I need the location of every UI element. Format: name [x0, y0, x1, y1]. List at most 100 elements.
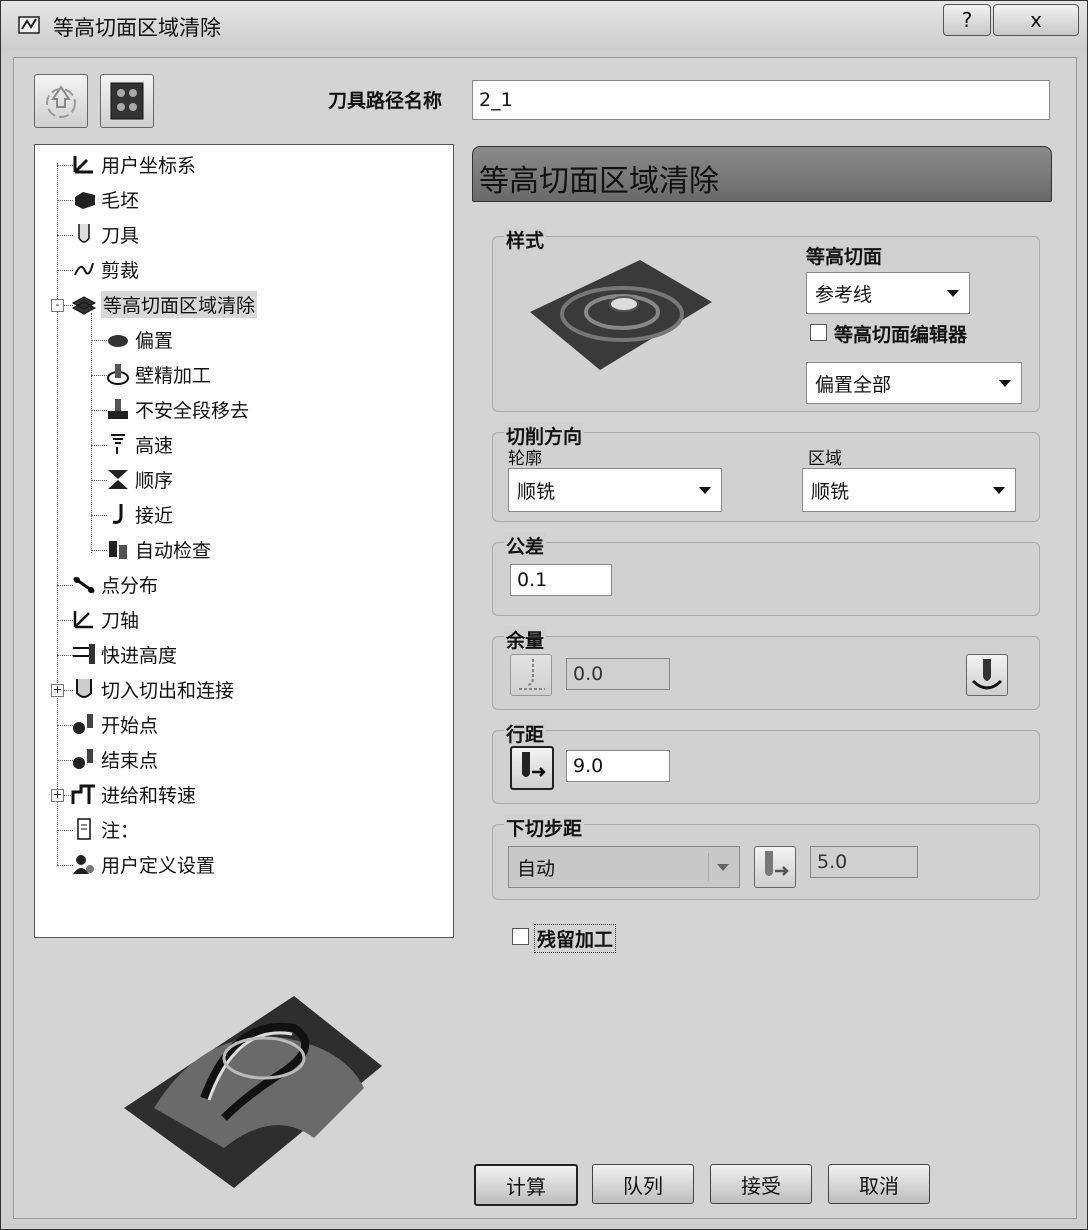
tool-axis-icon — [73, 611, 93, 629]
dialog-window: 等高切面区域清除 ? x 刀具路径名称 2_1 用户坐标系 毛坯 刀具 剪裁 -… — [0, 0, 1088, 1230]
dialog-client: 刀具路径名称 2_1 用户坐标系 毛坯 刀具 剪裁 - 等高切面区域清除 偏置 … — [13, 57, 1077, 1219]
tree-item-tool-axis[interactable]: 刀轴 — [71, 604, 139, 634]
tree-item-offset[interactable]: 偏置 — [105, 324, 173, 354]
tree-item-auto-verify[interactable]: 自动检查 — [105, 534, 211, 564]
stepover-title: 行距 — [504, 720, 547, 747]
offset-icon — [108, 335, 128, 347]
rest-machining-label: 残留加工 — [534, 924, 617, 953]
profile-direction-select[interactable]: 顺铣 — [508, 468, 722, 512]
stepover-copy-button[interactable] — [510, 746, 554, 790]
tolerance-title: 公差 — [504, 532, 547, 559]
leads-links-icon — [76, 679, 92, 698]
cancel-button[interactable]: 取消 — [828, 1164, 930, 1204]
tree-item-point-distribution[interactable]: 点分布 — [71, 569, 158, 599]
area-direction-select[interactable]: 顺铣 — [802, 468, 1016, 512]
style-group-title: 样式 — [504, 226, 547, 253]
tree-item-feeds-speeds[interactable]: 进给和转速 — [71, 779, 196, 809]
point-distribution-icon — [73, 576, 95, 594]
close-button[interactable]: x — [993, 4, 1079, 36]
profile-label: 轮廓 — [508, 449, 542, 469]
trim-icon — [74, 262, 94, 276]
queue-button[interactable]: 队列 — [592, 1164, 694, 1204]
chevron-down-icon — [999, 380, 1011, 387]
tree-expand-toggle-leads[interactable]: + — [51, 684, 64, 697]
tool-arrow-icon — [765, 851, 789, 876]
preview-toolpath-button[interactable] — [100, 74, 154, 128]
tool-icon — [78, 224, 90, 243]
approach-icon — [112, 504, 123, 524]
part-preview-image — [124, 996, 382, 1188]
strategy-header: 等高切面区域清除 — [472, 146, 1052, 202]
ucs-icon — [73, 156, 93, 174]
tree-item-end-point[interactable]: 结束点 — [71, 744, 158, 774]
tree-item-block[interactable]: 毛坯 — [71, 184, 139, 214]
high-speed-icon — [111, 434, 125, 454]
title-bar: 等高切面区域清除 ? x — [1, 1, 1087, 49]
toolpath-name-input[interactable]: 2_1 — [472, 80, 1050, 120]
area-label: 区域 — [808, 449, 842, 469]
slice-editor-label: 等高切面编辑器 — [834, 324, 968, 346]
component-thickness-button[interactable] — [510, 654, 552, 696]
chevron-down-icon — [699, 487, 711, 494]
auto-verify-icon — [109, 541, 127, 559]
tool-arrow-icon — [522, 752, 546, 777]
rest-machining-checkbox[interactable] — [512, 928, 529, 945]
block-icon — [75, 192, 95, 209]
stepdown-input[interactable]: 5.0 — [810, 846, 918, 878]
toolpath-app-icon — [18, 16, 40, 34]
slice-type-select[interactable]: 参考线 — [806, 272, 970, 314]
tree-expand-toggle-feeds[interactable]: + — [51, 789, 64, 802]
tree-item-user-settings[interactable]: 用户定义设置 — [71, 849, 215, 879]
tree-item-ucs[interactable]: 用户坐标系 — [71, 149, 196, 179]
chevron-down-icon — [717, 864, 729, 871]
tree-collapse-toggle[interactable]: - — [51, 299, 64, 312]
style-preview-image — [530, 260, 712, 370]
tree-item-tool[interactable]: 刀具 — [71, 219, 139, 249]
stepdown-title: 下切步距 — [504, 814, 585, 841]
tree-item-approach[interactable]: 接近 — [105, 499, 173, 529]
thickness-settings-button[interactable] — [966, 654, 1008, 696]
stepover-input[interactable]: 9.0 — [566, 750, 670, 782]
thickness-input[interactable]: 0.0 — [566, 658, 670, 690]
thickness-title: 余量 — [504, 626, 547, 653]
notes-icon — [77, 818, 91, 840]
toolpath-name-label: 刀具路径名称 — [328, 90, 443, 112]
tree-item-wall-finish[interactable]: 壁精加工 — [105, 359, 211, 389]
tree-item-trim[interactable]: 剪裁 — [71, 254, 139, 284]
feeds-speeds-icon — [71, 784, 95, 804]
tree-item-unsafe-segment[interactable]: 不安全段移去 — [105, 394, 249, 424]
user-settings-icon — [73, 855, 94, 874]
chevron-down-icon — [993, 487, 1005, 494]
tree-item-order[interactable]: 顺序 — [105, 464, 173, 494]
tolerance-input[interactable]: 0.1 — [510, 564, 612, 596]
strategy-tree[interactable]: 用户坐标系 毛坯 刀具 剪裁 - 等高切面区域清除 偏置 壁精加工 不安全段移去… — [34, 144, 454, 938]
start-point-icon — [73, 714, 93, 734]
offset-mode-select[interactable]: 偏置全部 — [806, 362, 1022, 404]
end-point-icon — [73, 749, 93, 769]
order-icon — [108, 470, 128, 489]
help-button[interactable]: ? — [943, 4, 991, 36]
tree-item-rapid-height[interactable]: 快进高度 — [71, 639, 177, 669]
tool-thickness-icon — [971, 659, 1003, 690]
stepdown-copy-button[interactable] — [754, 846, 796, 888]
wall-finish-icon — [107, 364, 129, 385]
reset-button[interactable] — [34, 74, 88, 128]
tree-item-leads-links[interactable]: 切入切出和连接 — [71, 674, 234, 704]
unsafe-segment-icon — [108, 399, 128, 419]
tree-item-offset-area-clear[interactable]: 等高切面区域清除 — [71, 289, 258, 319]
calculate-button[interactable]: 计算 — [474, 1164, 578, 1206]
offset-area-clear-icon — [71, 296, 97, 315]
tree-item-high-speed[interactable]: 高速 — [105, 429, 173, 459]
thickness-tool-icon — [519, 659, 545, 690]
tree-item-notes[interactable]: 注： — [71, 814, 139, 844]
window-title: 等高切面区域清除 — [53, 16, 221, 40]
rapid-height-icon — [73, 644, 95, 664]
slice-editor-checkbox[interactable] — [810, 324, 827, 341]
stepdown-mode-select[interactable]: 自动 — [508, 846, 740, 888]
chevron-down-icon — [947, 290, 959, 297]
tree-item-start-point[interactable]: 开始点 — [71, 709, 158, 739]
toolpath-preview-icon — [110, 82, 144, 120]
slice-label: 等高切面 — [806, 246, 883, 268]
accept-button[interactable]: 接受 — [710, 1164, 812, 1204]
recycle-icon — [46, 85, 76, 118]
